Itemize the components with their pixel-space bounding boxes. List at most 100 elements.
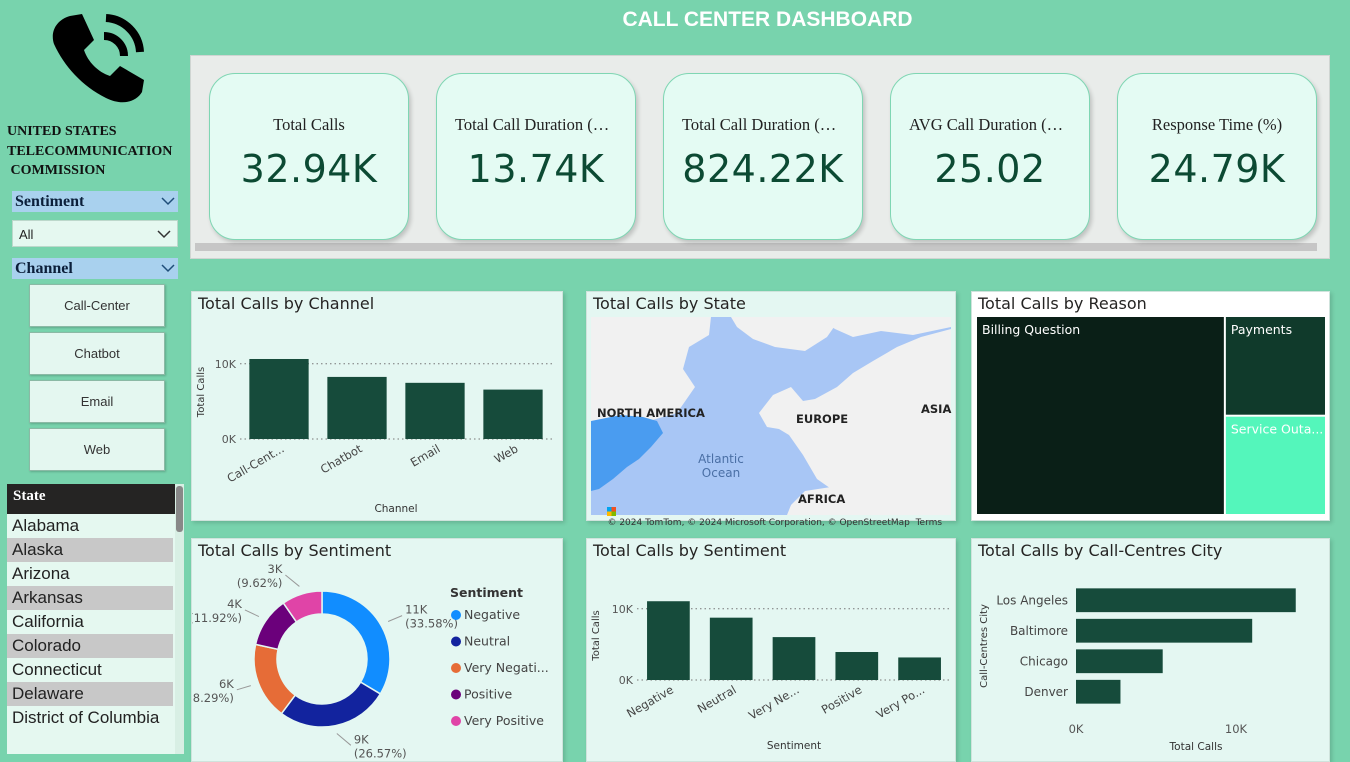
x-tick-label: 0K (1069, 722, 1084, 736)
state-item-district-of-columbia[interactable]: District of Columbia (7, 706, 173, 754)
x-tick-label: Chatbot (318, 441, 365, 476)
channel-slicer-label: Channel (15, 260, 73, 277)
kpi-label: Response Time (%) (1151, 115, 1283, 134)
channel-button-call-center[interactable]: Call-Center (29, 284, 165, 327)
data-label-value: 4K (227, 597, 242, 611)
kpi-label: AVG Call Duration (Minutes) (909, 115, 1089, 134)
card-title: Total Calls by State (593, 294, 746, 313)
legend-title: Sentiment (450, 585, 523, 600)
legend-label: Very Positive (464, 713, 544, 728)
bar-negative (647, 601, 690, 680)
kpi-value: 824.22K (682, 147, 844, 191)
state-item-connecticut[interactable]: Connecticut (7, 658, 173, 682)
bar-call-center (249, 358, 309, 439)
state-map-card[interactable]: Total Calls by State NORTH AMERICA EUROP… (586, 291, 956, 528)
kpi-horizontal-scrollbar[interactable] (195, 243, 1317, 251)
state-list-scrollbar[interactable] (175, 484, 184, 754)
microsoft-logo-icon (607, 507, 617, 516)
channel-bar-chart: Total Calls 0K 10K Call-Cent... Chatbot Email… (196, 358, 552, 515)
state-item-arkansas[interactable]: Arkansas (7, 586, 173, 610)
chevron-down-icon (157, 230, 171, 239)
org-line-2: TELECOMMUNICATION (7, 143, 173, 159)
kpi-label: Total Call Duration (Minutes) (455, 115, 635, 134)
kpi-value: 25.02 (934, 147, 1046, 191)
state-item-california[interactable]: California (7, 610, 173, 634)
map-label-north-america: NORTH AMERICA (597, 406, 705, 420)
y-tick-label: 10K (612, 603, 634, 616)
y-tick-label: 0K (222, 433, 237, 446)
channel-button-web[interactable]: Web (29, 428, 165, 471)
leader-line (387, 615, 403, 622)
org-line-3: COMMISSION (7, 163, 106, 178)
sentiment-dropdown[interactable]: All (12, 220, 178, 247)
bar-email (405, 382, 465, 439)
data-label-percent: (26.57%) (354, 746, 407, 760)
channel-slicer-header[interactable]: Channel (12, 258, 178, 279)
kpi-card-total-call-duration-minutes: Total Call Duration (Minutes) 13.74K (436, 73, 636, 240)
data-label-value: 3K (268, 562, 283, 576)
state-item-colorado[interactable]: Colorado (7, 634, 173, 658)
reason-treemap-card[interactable]: Total Calls by Reason Billing Question Pa… (971, 291, 1330, 521)
state-item-alabama[interactable]: Alabama (7, 514, 173, 538)
y-tick-label: 0K (619, 674, 634, 687)
scrollbar-thumb[interactable] (176, 486, 183, 532)
sentiment-dropdown-value: All (19, 227, 34, 242)
chevron-down-icon (161, 264, 175, 273)
donut-slice-neutral (280, 681, 382, 728)
sentiment-donut-chart: 11K(33.58%) 9K(26.57%) 6K(18.29%) 4K(11.92%… (181, 562, 549, 760)
sentiment-slicer-label: Sentiment (15, 193, 85, 210)
kpi-card-avg-call-duration: AVG Call Duration (Minutes) 25.02 (890, 73, 1090, 240)
x-axis-title: Total Calls (1169, 741, 1223, 753)
legend-marker (451, 663, 461, 673)
donut-slice-very-negative (253, 643, 297, 715)
dashboard-title: CALL CENTER DASHBOARD (622, 8, 913, 31)
data-label-value: 11K (405, 603, 428, 617)
data-label-value: 6K (219, 677, 234, 691)
state-item-alaska[interactable]: Alaska (7, 538, 173, 562)
donut-slice-negative (321, 590, 391, 695)
channel-button-email[interactable]: Email (29, 380, 165, 423)
channel-chart-card[interactable]: Total Calls by Channel Total Calls 0K 10K C… (191, 291, 563, 521)
x-axis-title: Channel (374, 503, 417, 515)
data-label-value: 9K (354, 732, 369, 746)
sentiment-donut-card[interactable]: Total Calls by Sentiment 11K (33.58%) 9K (2… (181, 538, 563, 762)
x-tick-label: Negative (624, 682, 676, 720)
legend-label: Negative (464, 607, 520, 622)
bar-positive (835, 652, 879, 680)
data-label-percent: (9.62%) (237, 576, 283, 590)
leader-line (336, 733, 352, 746)
sentiment-slicer-header[interactable]: Sentiment (12, 191, 178, 212)
state-item-arizona[interactable]: Arizona (7, 562, 173, 586)
card-title: Total Calls by Channel (198, 294, 375, 313)
legend-marker (451, 636, 461, 647)
phone-logo-icon (52, 14, 144, 103)
city-bar-card[interactable]: Total Calls by Call-Centres City Call-Ce… (971, 538, 1330, 762)
card-title: Total Calls by Sentiment (593, 541, 787, 560)
chevron-down-icon (161, 197, 175, 206)
y-axis-title: Call-Centres City (979, 604, 990, 688)
x-tick-label: Very Po... (874, 682, 927, 721)
kpi-label: Total Call Duration (Seconds) (682, 115, 862, 134)
leader-line (285, 574, 300, 587)
kpi-label: Total Calls (273, 115, 345, 134)
legend-marker (451, 689, 461, 700)
y-axis-title: Total Calls (196, 367, 207, 418)
legend-marker (451, 716, 461, 726)
treemap-label: Payments (1231, 322, 1292, 337)
data-label-percent: (33.58%) (405, 617, 458, 631)
org-line-1: UNITED STATES (7, 124, 117, 139)
treemap-label: Billing Question (982, 322, 1080, 337)
legend-label: Very Negati... (464, 660, 549, 675)
state-item-delaware[interactable]: Delaware (7, 682, 173, 706)
bar-denver (1076, 679, 1121, 704)
sentiment-bar-card[interactable]: Total Calls by Sentiment Total Calls 0K 10… (586, 538, 956, 762)
kpi-value: 13.74K (467, 147, 605, 191)
channel-button-chatbot[interactable]: Chatbot (29, 332, 165, 375)
card-title: Total Calls by Call-Centres City (978, 541, 1223, 560)
bar-chatbot (327, 376, 387, 439)
map-attribution-text: © 2024 TomTom, © 2024 Microsoft Corporat… (607, 518, 943, 528)
y-tick-label: Denver (1024, 685, 1068, 699)
state-slicer-header: State (7, 484, 175, 514)
y-tick-label: 10K (215, 358, 237, 371)
x-tick-label: 10K (1225, 722, 1248, 736)
